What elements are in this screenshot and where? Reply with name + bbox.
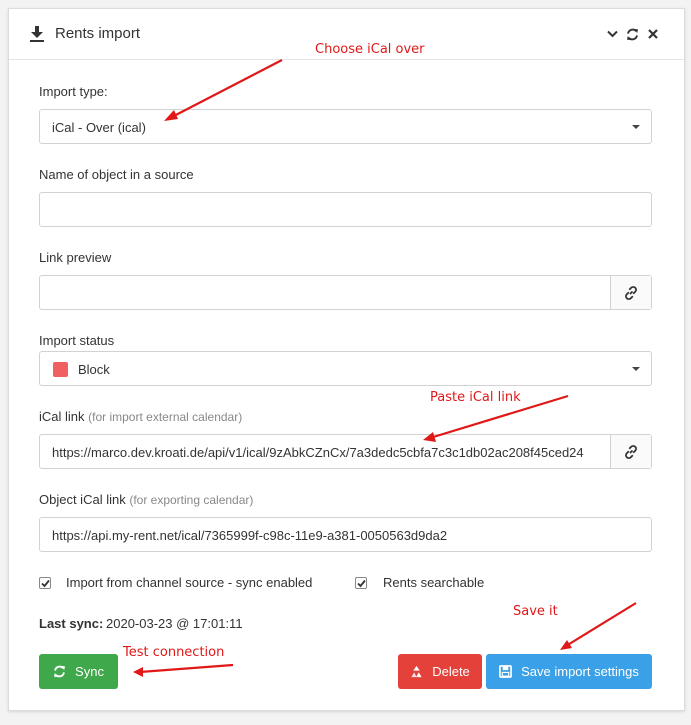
- ical-link-open-button[interactable]: [610, 435, 651, 468]
- object-name-input[interactable]: [39, 192, 652, 227]
- sync-enabled-checkbox[interactable]: [39, 577, 51, 589]
- link-preview-label: Link preview: [39, 250, 112, 265]
- object-ical-link-input[interactable]: https://api.my-rent.net/ical/7365999f-c9…: [39, 517, 652, 552]
- annotation-save-it: Save it: [513, 604, 558, 619]
- caret-down-icon: [632, 125, 640, 129]
- close-icon: [648, 29, 658, 39]
- rents-import-panel: Rents import Import type: iCal - Over (i…: [8, 8, 685, 711]
- link-icon: [625, 285, 637, 300]
- download-icon: [30, 26, 44, 42]
- delete-button[interactable]: Delete: [398, 654, 482, 689]
- delete-button-label: Delete: [432, 664, 470, 679]
- sync-icon: [53, 665, 66, 678]
- annotation-choose-ical: Choose iCal over: [315, 42, 425, 57]
- import-status-label: Import status: [39, 333, 115, 348]
- save-button-label: Save import settings: [521, 664, 639, 679]
- ical-link-input[interactable]: https://marco.dev.kroati.de/api/v1/ical/…: [39, 434, 652, 469]
- ical-link-value: https://marco.dev.kroati.de/api/v1/ical/…: [52, 445, 584, 460]
- ical-link-label: iCal link (for import external calendar): [39, 409, 242, 424]
- refresh-button[interactable]: [622, 23, 642, 45]
- sync-button-label: Sync: [75, 664, 104, 679]
- last-sync-value: 2020-03-23 @ 17:01:11: [106, 616, 243, 631]
- rents-searchable-label: Rents searchable: [383, 575, 485, 590]
- link-preview-open-button[interactable]: [610, 276, 651, 309]
- object-ical-link-hint: (for exporting calendar): [129, 493, 254, 507]
- floppy-icon: [499, 665, 513, 678]
- chevron-down-icon: [606, 30, 618, 38]
- link-icon: [625, 444, 637, 459]
- object-ical-link-value: https://api.my-rent.net/ical/7365999f-c9…: [52, 528, 448, 543]
- object-ical-link-label: Object iCal link (for exporting calendar…: [39, 492, 253, 507]
- object-ical-link-label-text: Object iCal link: [39, 492, 126, 507]
- panel-title: Rents import: [55, 25, 141, 42]
- check-icon: [356, 579, 366, 587]
- caret-down-icon: [632, 367, 640, 371]
- recycle-icon: [411, 665, 422, 678]
- save-import-settings-button[interactable]: Save import settings: [486, 654, 652, 689]
- last-sync-label: Last sync:: [39, 616, 104, 631]
- check-icon: [40, 579, 50, 587]
- sync-button[interactable]: Sync: [39, 654, 118, 689]
- import-status-value: Block: [78, 362, 110, 377]
- annotation-paste-ical: Paste iCal link: [430, 390, 521, 405]
- rents-searchable-checkbox[interactable]: [355, 577, 367, 589]
- refresh-icon: [626, 28, 638, 40]
- link-preview-input[interactable]: [39, 275, 652, 310]
- collapse-button[interactable]: [602, 23, 622, 45]
- object-name-label: Name of object in a source: [39, 167, 194, 182]
- ical-link-label-text: iCal link: [39, 409, 85, 424]
- annotation-test-connection: Test connection: [123, 645, 225, 660]
- sync-enabled-label: Import from channel source - sync enable…: [66, 575, 313, 590]
- import-type-select[interactable]: iCal - Over (ical): [39, 109, 652, 144]
- import-type-value: iCal - Over (ical): [52, 120, 146, 135]
- close-button[interactable]: [643, 23, 663, 45]
- ical-link-hint: (for import external calendar): [88, 410, 243, 424]
- import-status-select[interactable]: Block: [39, 351, 652, 386]
- import-type-label: Import type:: [39, 84, 108, 99]
- status-color-swatch: [53, 362, 68, 377]
